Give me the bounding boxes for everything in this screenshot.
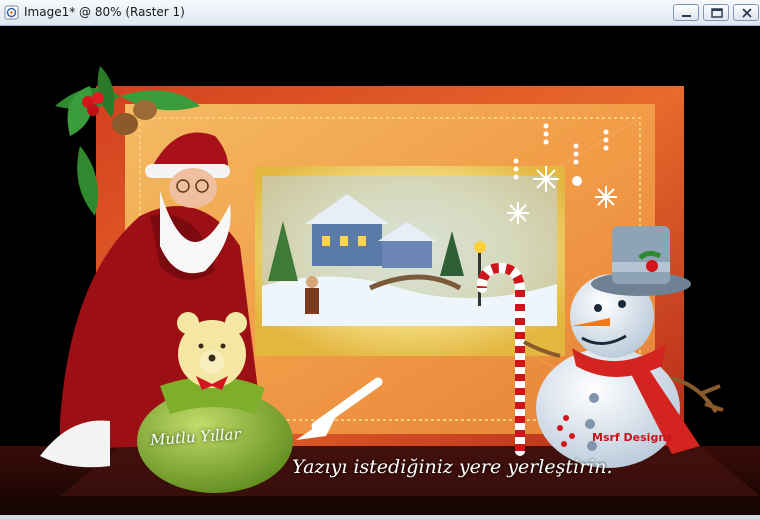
minimize-button[interactable] bbox=[673, 4, 699, 21]
window-titlebar: Image1* @ 80% (Raster 1) bbox=[0, 0, 760, 26]
window-bottom-border bbox=[0, 515, 760, 519]
image-canvas[interactable]: Mutlu Yıllar Msrf Designs Yazıyı istediğ… bbox=[0, 26, 760, 515]
close-icon bbox=[742, 8, 752, 18]
close-button[interactable] bbox=[733, 4, 759, 21]
minimize-icon bbox=[682, 15, 691, 17]
restore-icon bbox=[711, 8, 723, 18]
app-icon bbox=[4, 5, 19, 20]
winter-scene bbox=[262, 176, 557, 326]
window-title: Image1* @ 80% (Raster 1) bbox=[24, 5, 185, 19]
instruction-text: Yazıyı istediğiniz yere yerleştirin. bbox=[292, 456, 613, 478]
maximize-button[interactable] bbox=[703, 4, 729, 21]
watermark-text: Msrf Designs bbox=[592, 431, 673, 444]
